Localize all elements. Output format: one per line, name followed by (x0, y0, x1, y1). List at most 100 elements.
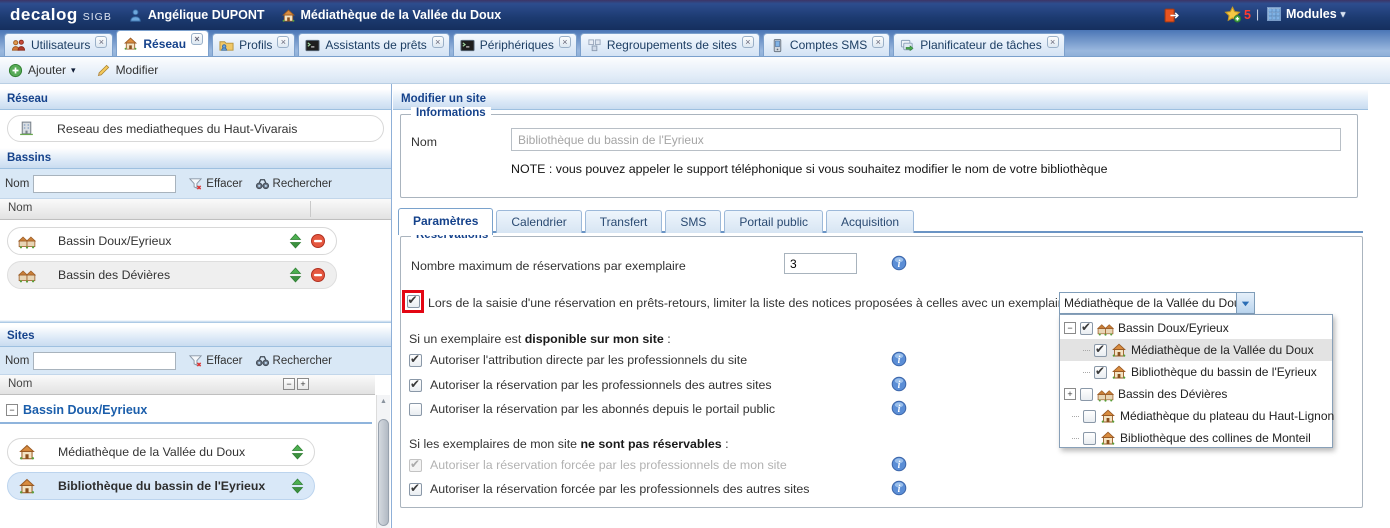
bassins-search-input[interactable] (33, 175, 176, 193)
chevron-down-icon: ▾ (1341, 9, 1346, 20)
info-icon[interactable] (891, 400, 907, 416)
close-icon[interactable]: × (742, 36, 754, 48)
home-icon (281, 8, 296, 23)
site-name-field[interactable] (511, 128, 1341, 151)
tree-checkbox[interactable] (1080, 322, 1093, 335)
tab-utilisateurs[interactable]: Utilisateurs × (4, 33, 113, 56)
remove-icon[interactable] (310, 233, 326, 249)
option-checkbox[interactable] (409, 354, 422, 367)
tab-acquisition[interactable]: Acquisition (826, 210, 914, 233)
bassins-clear-button[interactable]: Effacer (188, 176, 242, 191)
limit-checkbox[interactable] (407, 295, 420, 308)
site-row[interactable]: Médiathèque de la Vallée du Doux (7, 438, 315, 466)
tree-item-site[interactable]: Médiathèque du plateau du Haut-Lignon (1060, 405, 1332, 427)
sites-clear-button[interactable]: Effacer (188, 353, 242, 368)
close-icon[interactable]: × (191, 33, 203, 45)
sites-section-header: Sites (0, 325, 391, 347)
tab-calendrier[interactable]: Calendrier (496, 210, 581, 233)
info-icon[interactable] (891, 376, 907, 392)
option-checkbox[interactable] (409, 403, 422, 416)
current-user[interactable]: Angélique DUPONT (128, 8, 265, 23)
bassin-row[interactable]: Bassin Doux/Eyrieux (7, 227, 337, 255)
scrollbar-thumb[interactable] (378, 419, 389, 526)
tree-checkbox[interactable] (1080, 388, 1093, 401)
bassins-grid-header[interactable]: Nom (0, 199, 391, 220)
sites-search-input[interactable] (33, 352, 176, 370)
site-filter-combobox[interactable]: Médiathèque de la Vallée du Dou (1059, 292, 1255, 314)
sites-search-button[interactable]: Rechercher (255, 353, 332, 368)
tab-regroupements-de-sites[interactable]: Regroupements de sites × (580, 33, 760, 56)
expand-all-button[interactable]: + (297, 378, 309, 390)
tree-checkbox[interactable] (1083, 432, 1096, 445)
tree-connector (1083, 372, 1090, 373)
bassins-search-button[interactable]: Rechercher (255, 176, 332, 191)
section-divider (0, 320, 391, 323)
up-down-arrows-icon[interactable] (289, 233, 302, 249)
tree-item-site[interactable]: Bibliothèque du bassin de l'Eyrieux (1060, 361, 1332, 383)
tree-checkbox[interactable] (1083, 410, 1096, 423)
tab-reseau[interactable]: Réseau × (116, 30, 209, 56)
tab-sms[interactable]: SMS (665, 210, 721, 233)
info-icon[interactable] (891, 456, 907, 472)
current-site[interactable]: Médiathèque de la Vallée du Doux (281, 8, 502, 23)
tree-item-bassin[interactable]: + Bassin des Dévières (1060, 383, 1332, 405)
informations-fieldset: Informations Nom NOTE : vous pouvez appe… (400, 114, 1358, 198)
close-icon[interactable]: × (872, 36, 884, 48)
tree-item-bassin[interactable]: − Bassin Doux/Eyrieux (1060, 317, 1332, 339)
tree-checkbox[interactable] (1094, 366, 1107, 379)
available-section-label: Si un exemplaire est disponible sur mon … (409, 332, 671, 346)
close-icon[interactable]: × (432, 36, 444, 48)
sites-grid-header[interactable]: Nom − + (0, 375, 375, 395)
tab-transfert[interactable]: Transfert (585, 210, 663, 233)
tree-item-site[interactable]: Bibliothèque des collines de Monteil (1060, 427, 1332, 449)
add-button[interactable]: Ajouter ▾ (8, 63, 76, 78)
close-icon[interactable]: × (1047, 36, 1059, 48)
info-icon[interactable] (891, 480, 907, 496)
tree-connector (1072, 416, 1079, 417)
tree-checkbox[interactable] (1094, 344, 1107, 357)
chevron-down-icon: ▾ (71, 65, 76, 76)
close-icon[interactable]: × (559, 36, 571, 48)
network-item[interactable]: Reseau des mediatheques du Haut-Vivarais (7, 115, 384, 142)
home-icon (1111, 342, 1127, 358)
sites-group-header[interactable]: − Bassin Doux/Eyrieux (0, 395, 372, 424)
modules-menu[interactable]: Modules ▾ (1266, 6, 1345, 22)
collapse-icon[interactable]: − (6, 404, 18, 416)
houses-icon (1097, 320, 1114, 337)
option-checkbox[interactable] (409, 379, 422, 392)
scroll-up-icon[interactable]: ▲ (377, 395, 390, 409)
up-down-arrows-icon[interactable] (289, 267, 302, 283)
favorites-button[interactable]: 5 (1224, 6, 1251, 23)
remove-icon[interactable] (310, 267, 326, 283)
person-icon (128, 8, 143, 23)
tab-portail-public[interactable]: Portail public (724, 210, 823, 233)
tab-comptes-sms[interactable]: Comptes SMS × (763, 33, 890, 56)
option-checkbox[interactable] (409, 483, 422, 496)
tab-profils[interactable]: Profils × (212, 33, 295, 56)
collapse-all-button[interactable]: − (283, 378, 295, 390)
up-down-arrows-icon[interactable] (291, 478, 304, 494)
site-row[interactable]: Bibliothèque du bassin de l'Eyrieux (7, 472, 315, 500)
collapse-icon[interactable]: − (1064, 322, 1076, 334)
info-icon[interactable] (891, 255, 907, 271)
reseau-section-header: Réseau (0, 88, 391, 110)
up-down-arrows-icon[interactable] (291, 444, 304, 460)
tab-planificateur-de-taches[interactable]: Planificateur de tâches × (893, 33, 1064, 56)
column-divider[interactable] (310, 201, 311, 217)
edit-button[interactable]: Modifier (96, 63, 159, 78)
combo-dropdown-button[interactable] (1236, 293, 1254, 313)
expand-icon[interactable]: + (1064, 388, 1076, 400)
tab-assistants-de-prets[interactable]: Assistants de prêts × (298, 33, 449, 56)
bassins-section-header: Bassins (0, 147, 391, 169)
info-icon[interactable] (891, 351, 907, 367)
bassin-row[interactable]: Bassin des Dévières (7, 261, 337, 289)
tab-peripheriques[interactable]: Périphériques × (453, 33, 577, 56)
logout-button[interactable] (1163, 7, 1180, 24)
tree-item-site[interactable]: Médiathèque de la Vallée du Doux (1060, 339, 1332, 361)
houses-icon (18, 266, 36, 284)
sites-scrollbar[interactable]: ▲ (376, 395, 390, 528)
max-reservations-input[interactable] (784, 253, 857, 274)
close-icon[interactable]: × (95, 36, 107, 48)
close-icon[interactable]: × (277, 36, 289, 48)
tab-parametres[interactable]: Paramètres (398, 208, 493, 235)
